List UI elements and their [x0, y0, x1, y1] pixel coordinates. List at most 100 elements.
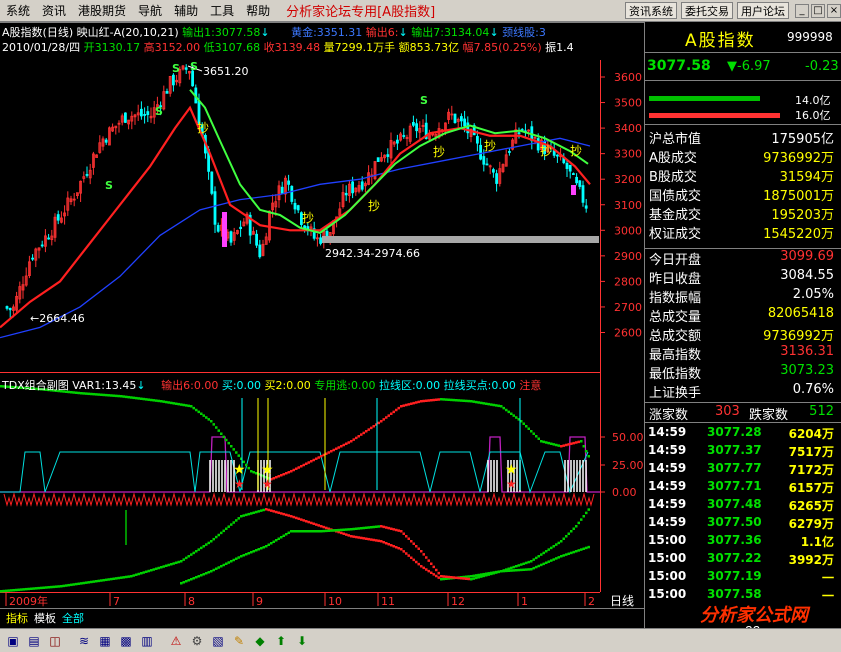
- sub-upper-dot: [107, 394, 110, 397]
- sub-lower-dot: [420, 565, 423, 568]
- sub-upper-dot: [217, 429, 220, 432]
- sub-lower-dot: [215, 535, 218, 539]
- sub-lower-dot: [330, 529, 333, 532]
- sub-lower-dot: [427, 559, 430, 562]
- sub-lower-dot: [297, 517, 300, 520]
- sub-upper-dot: [470, 400, 473, 403]
- sub-lower-dot: [320, 530, 323, 533]
- sub-upper-dot: [122, 395, 125, 398]
- arrow-up-icon[interactable]: ⬆: [272, 632, 290, 650]
- sub-lower-dot: [432, 573, 435, 576]
- sub-lower-dot: [582, 515, 585, 518]
- minimize-button[interactable]: _: [795, 3, 809, 18]
- index-stat-value: 3084.55: [780, 268, 834, 283]
- sub-pullbuy: 拉线买点:0.00: [443, 379, 516, 392]
- sub-lower-dot: [22, 588, 25, 591]
- sub-lower-dot: [280, 512, 283, 515]
- candle-body: [258, 244, 262, 258]
- sub-upper-dot: [315, 457, 318, 460]
- sub-upper-dot: [580, 440, 583, 443]
- sub-out6: 输出6:0.00: [161, 379, 219, 392]
- candle-body: [210, 171, 214, 194]
- nav-left-icon[interactable]: ◆: [251, 632, 269, 650]
- sub-lower-dot: [400, 530, 403, 533]
- sub-lower-dot: [412, 542, 415, 545]
- sub-upper-dot: [495, 404, 498, 407]
- sub-upper-dot: [572, 441, 575, 445]
- sub-upper-dot: [412, 401, 415, 405]
- zoom-out-icon[interactable]: ▤: [25, 632, 43, 650]
- sub-upper-dot: [582, 445, 585, 448]
- chart-icon[interactable]: ▧: [209, 632, 227, 650]
- sub-lower-dot: [510, 569, 513, 572]
- market-stat: B股成交 31594万: [645, 166, 840, 185]
- sub-upper-dot: [472, 400, 475, 403]
- sell-signal-mark: S: [105, 179, 113, 192]
- sub-lower-dot: [375, 525, 378, 528]
- sub-lower-dot: [150, 569, 153, 572]
- zoom-in-icon[interactable]: ▣: [4, 632, 22, 650]
- candle-body: [536, 138, 540, 151]
- sub-lower-dot: [140, 572, 143, 575]
- tab-template[interactable]: 模板: [34, 610, 56, 626]
- sub-upper-dot: [147, 398, 150, 401]
- sub-upper-dot: [480, 401, 483, 405]
- exit-icon[interactable]: ◫: [46, 632, 64, 650]
- sell-volume-track: [649, 113, 791, 118]
- sub-lower-dot: [547, 560, 550, 563]
- sub-upper-dot: [435, 398, 438, 401]
- sub-upper-dot: [330, 450, 333, 453]
- bsi-icon[interactable]: ▦: [96, 632, 114, 650]
- sub-upper-dot: [530, 430, 533, 433]
- forum-button[interactable]: 用户论坛: [737, 2, 789, 19]
- index-stat: 最高指数 3136.31: [645, 344, 840, 363]
- sub-lower-dot: [157, 566, 160, 570]
- tab-indicator[interactable]: 指标: [6, 610, 28, 626]
- price-tick-label: 3300: [614, 148, 642, 161]
- sub-lower-dot: [312, 522, 315, 525]
- candle-body: [517, 132, 521, 135]
- quote-low: 低3107.68: [203, 41, 261, 54]
- sub-upper-dot: [465, 399, 468, 403]
- sub-lower-dot: [267, 543, 270, 546]
- candle-body: [184, 67, 188, 70]
- sub-lower-dot: [305, 530, 308, 533]
- tab-all[interactable]: 全部: [62, 610, 84, 626]
- chart-name: A股指数(日线): [2, 26, 74, 39]
- sub-upper-dot: [92, 392, 95, 396]
- tick-volume: 7172万: [788, 463, 834, 477]
- sub-lower-dot: [27, 587, 30, 591]
- sub-upper-dot: [370, 426, 373, 430]
- sub-lower-dot: [202, 573, 205, 576]
- index-stat-value: 3099.69: [780, 249, 834, 264]
- candle-body: [568, 164, 572, 172]
- layout-icon[interactable]: ▥: [138, 632, 156, 650]
- warning-icon[interactable]: ⚠: [167, 632, 185, 650]
- sub-lower-dot: [465, 577, 468, 580]
- sub-lower-dot: [325, 526, 328, 530]
- chart-area[interactable]: 3600 3500 3400 3300 3200 3100 3000 2900 2800 2700…: [0, 0, 644, 628]
- maximize-button[interactable]: □: [811, 3, 825, 18]
- sub-upper-dot: [395, 408, 398, 412]
- tool-icon[interactable]: ⚙: [188, 632, 206, 650]
- close-button[interactable]: ×: [827, 3, 841, 18]
- sub-upper-dot: [420, 400, 423, 403]
- sub-upper-dot: [132, 396, 135, 400]
- sub-upper-dot: [425, 399, 428, 402]
- tick-time: 15:00: [648, 569, 687, 583]
- grid-icon[interactable]: ▩: [117, 632, 135, 650]
- pencil-icon[interactable]: ✎: [230, 632, 248, 650]
- trade-button[interactable]: 委托交易: [681, 2, 733, 19]
- sub-lower-dot: [325, 529, 328, 533]
- arrow-down-icon[interactable]: ⬇: [293, 632, 311, 650]
- sub-lower-dot: [180, 560, 183, 563]
- sub-upper-dot: [220, 432, 223, 435]
- sub-upper-dot: [542, 440, 545, 444]
- quote-amount: 额853.73亿: [398, 41, 460, 54]
- candle-body: [280, 186, 284, 194]
- sub-lower-dot: [410, 556, 413, 559]
- sub-upper-dot: [587, 455, 590, 458]
- price-tick-label: 2900: [614, 250, 642, 263]
- sub-lower-dot: [370, 538, 373, 541]
- trend-icon[interactable]: ≋: [75, 632, 93, 650]
